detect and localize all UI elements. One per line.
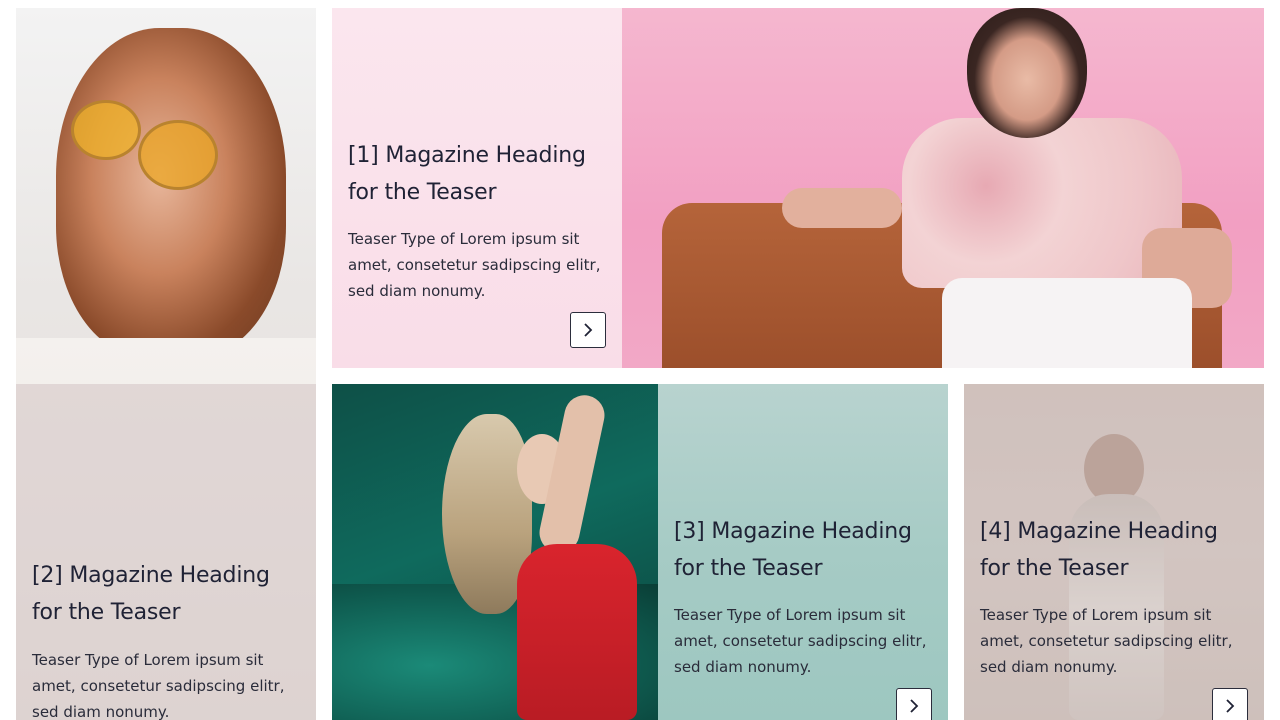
teaser-text-3: Teaser Type of Lorem ipsum sit amet, con… [674, 606, 927, 676]
teaser-card-1[interactable]: [1] Magazine Heading for the Teaser Teas… [332, 8, 1264, 368]
teaser-card-4[interactable]: [4] Magazine Heading for the Teaser Teas… [964, 384, 1264, 720]
teaser-heading-2[interactable]: [2] Magazine Heading for the Teaser [32, 557, 300, 631]
teaser-text-2: Teaser Type of Lorem ipsum sit amet, con… [32, 651, 285, 720]
teaser-card-2[interactable]: [2] Magazine Heading for the Teaser Teas… [16, 8, 316, 720]
next-button-3[interactable] [896, 688, 932, 720]
chevron-right-icon [1226, 699, 1235, 713]
teaser-heading-3[interactable]: [3] Magazine Heading for the Teaser [674, 513, 944, 587]
teaser-heading-4[interactable]: [4] Magazine Heading for the Teaser [980, 513, 1250, 587]
teaser-text-4: Teaser Type of Lorem ipsum sit amet, con… [980, 606, 1233, 676]
teaser-text-1: Teaser Type of Lorem ipsum sit amet, con… [348, 230, 601, 300]
teaser-image-3 [332, 384, 658, 720]
teaser-heading-1[interactable]: [1] Magazine Heading for the Teaser [348, 137, 618, 211]
teaser-image-1 [622, 8, 1264, 368]
teaser-card-3[interactable]: [3] Magazine Heading for the Teaser Teas… [332, 384, 948, 720]
next-button-1[interactable] [570, 312, 606, 348]
chevron-right-icon [910, 699, 919, 713]
chevron-right-icon [584, 323, 593, 337]
next-button-4[interactable] [1212, 688, 1248, 720]
